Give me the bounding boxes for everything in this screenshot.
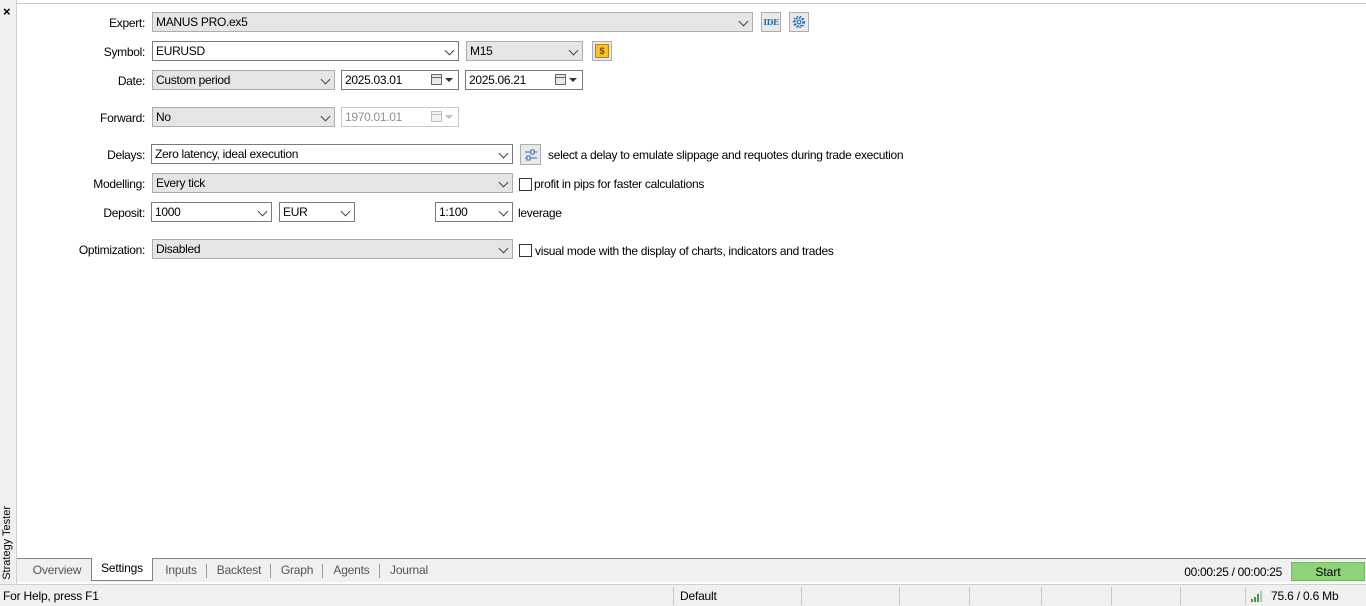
status-help-text: For Help, press F1 (3, 589, 99, 603)
optimization-label: Optimization: (78, 243, 145, 257)
chevron-down-icon (498, 177, 509, 188)
status-separator (1245, 587, 1246, 605)
modelling-select[interactable]: Every tick (152, 173, 513, 193)
tab-graph[interactable]: Graph (277, 561, 317, 581)
status-bar: For Help, press F1 Default 75.6 / 0.6 Mb (0, 584, 1366, 606)
leverage-select[interactable]: 1:100 (435, 202, 513, 222)
tab-settings[interactable]: Settings (91, 558, 153, 581)
symbol-value: EURUSD (156, 44, 205, 58)
chevron-down-icon (568, 45, 579, 56)
status-traffic: 75.6 / 0.6 Mb (1271, 589, 1339, 603)
delays-select[interactable]: Zero latency, ideal execution (151, 144, 513, 164)
status-profile: Default (680, 589, 717, 603)
timeframe-value: M15 (470, 44, 493, 58)
elapsed-timer: 00:00:25 / 00:00:25 (1184, 565, 1282, 579)
status-separator (1111, 587, 1112, 605)
deposit-currency-value: EUR (283, 205, 308, 219)
tab-agents[interactable]: Agents (329, 561, 374, 581)
sliders-icon (524, 149, 537, 160)
profit-in-pips-checkbox[interactable] (519, 178, 532, 191)
status-separator (673, 587, 674, 605)
tab-separator (322, 564, 323, 578)
optimization-value: Disabled (156, 242, 201, 256)
date-from-field[interactable]: 2025.03.01 (341, 70, 459, 90)
left-panel-strip: × Strategy Tester (0, 0, 17, 584)
signal-bars-icon (1251, 591, 1265, 602)
dropdown-arrow-icon (445, 78, 453, 82)
status-separator (1041, 587, 1042, 605)
expert-settings-button[interactable] (789, 12, 809, 32)
chevron-down-icon (340, 206, 351, 217)
status-separator (1180, 587, 1181, 605)
tab-inputs[interactable]: Inputs (159, 561, 203, 581)
forward-select[interactable]: No (152, 107, 335, 127)
calendar-icon (431, 111, 442, 122)
tab-journal[interactable]: Journal (385, 561, 433, 581)
tab-separator (379, 564, 380, 578)
status-separator (801, 587, 802, 605)
tab-backtest[interactable]: Backtest (212, 561, 266, 581)
date-period-select[interactable]: Custom period (152, 70, 335, 90)
profit-in-pips-label: profit in pips for faster calculations (534, 177, 705, 191)
chevron-down-icon (498, 206, 509, 217)
delays-note: select a delay to emulate slippage and r… (548, 148, 904, 162)
gear-icon (792, 15, 806, 29)
expert-value: MANUS PRO.ex5 (156, 15, 248, 29)
dollar-icon: $ (595, 44, 609, 58)
expert-label: Expert: (109, 16, 145, 30)
tester-tab-bar: Overview Settings Inputs Backtest Graph … (17, 558, 1366, 582)
close-icon[interactable]: × (3, 5, 11, 18)
chevron-down-icon (320, 111, 331, 122)
visual-mode-checkbox[interactable] (519, 244, 532, 257)
leverage-value: 1:100 (439, 205, 468, 219)
start-button[interactable]: Start (1291, 562, 1365, 581)
top-divider (17, 3, 1366, 4)
date-label: Date: (117, 74, 145, 88)
ide-button[interactable]: IDE (761, 12, 781, 32)
modelling-label: Modelling: (93, 177, 145, 191)
delays-value: Zero latency, ideal execution (155, 147, 299, 161)
deposit-amount-select[interactable]: 1000 (151, 202, 272, 222)
symbol-properties-button[interactable]: $ (592, 41, 612, 61)
date-to-value: 2025.06.21 (469, 73, 527, 87)
symbol-select[interactable]: EURUSD (152, 41, 459, 61)
tab-separator (270, 564, 271, 578)
forward-date-value: 1970.01.01 (345, 110, 403, 124)
status-separator (969, 587, 970, 605)
chevron-down-icon (498, 148, 509, 159)
forward-value: No (156, 110, 171, 124)
tab-separator (206, 564, 207, 578)
date-to-field[interactable]: 2025.06.21 (465, 70, 583, 90)
dropdown-arrow-icon (569, 78, 577, 82)
ide-icon: IDE (763, 17, 779, 27)
calendar-icon (431, 74, 442, 85)
status-separator (899, 587, 900, 605)
expert-select[interactable]: MANUS PRO.ex5 (152, 12, 753, 32)
deposit-currency-select[interactable]: EUR (279, 202, 355, 222)
dropdown-arrow-icon (445, 115, 453, 119)
chevron-down-icon (257, 206, 268, 217)
chevron-down-icon (320, 74, 331, 85)
leverage-label: leverage (518, 206, 562, 220)
chevron-down-icon (444, 45, 455, 56)
symbol-label: Symbol: (103, 45, 146, 59)
deposit-amount-value: 1000 (155, 205, 181, 219)
strategy-tester-title: Strategy Tester (1, 506, 13, 580)
forward-date-field: 1970.01.01 (341, 107, 459, 127)
date-period-value: Custom period (156, 73, 231, 87)
date-from-value: 2025.03.01 (345, 73, 403, 87)
forward-label: Forward: (100, 111, 145, 125)
timeframe-select[interactable]: M15 (466, 41, 583, 61)
modelling-value: Every tick (156, 176, 206, 190)
visual-mode-label: visual mode with the display of charts, … (535, 244, 834, 258)
tab-overview[interactable]: Overview (29, 561, 85, 581)
deposit-label: Deposit: (103, 206, 145, 220)
chevron-down-icon (738, 16, 749, 27)
chevron-down-icon (498, 243, 509, 254)
calendar-icon (555, 74, 566, 85)
optimization-select[interactable]: Disabled (152, 239, 513, 259)
delay-settings-button[interactable] (520, 144, 541, 165)
delays-label: Delays: (107, 148, 145, 162)
